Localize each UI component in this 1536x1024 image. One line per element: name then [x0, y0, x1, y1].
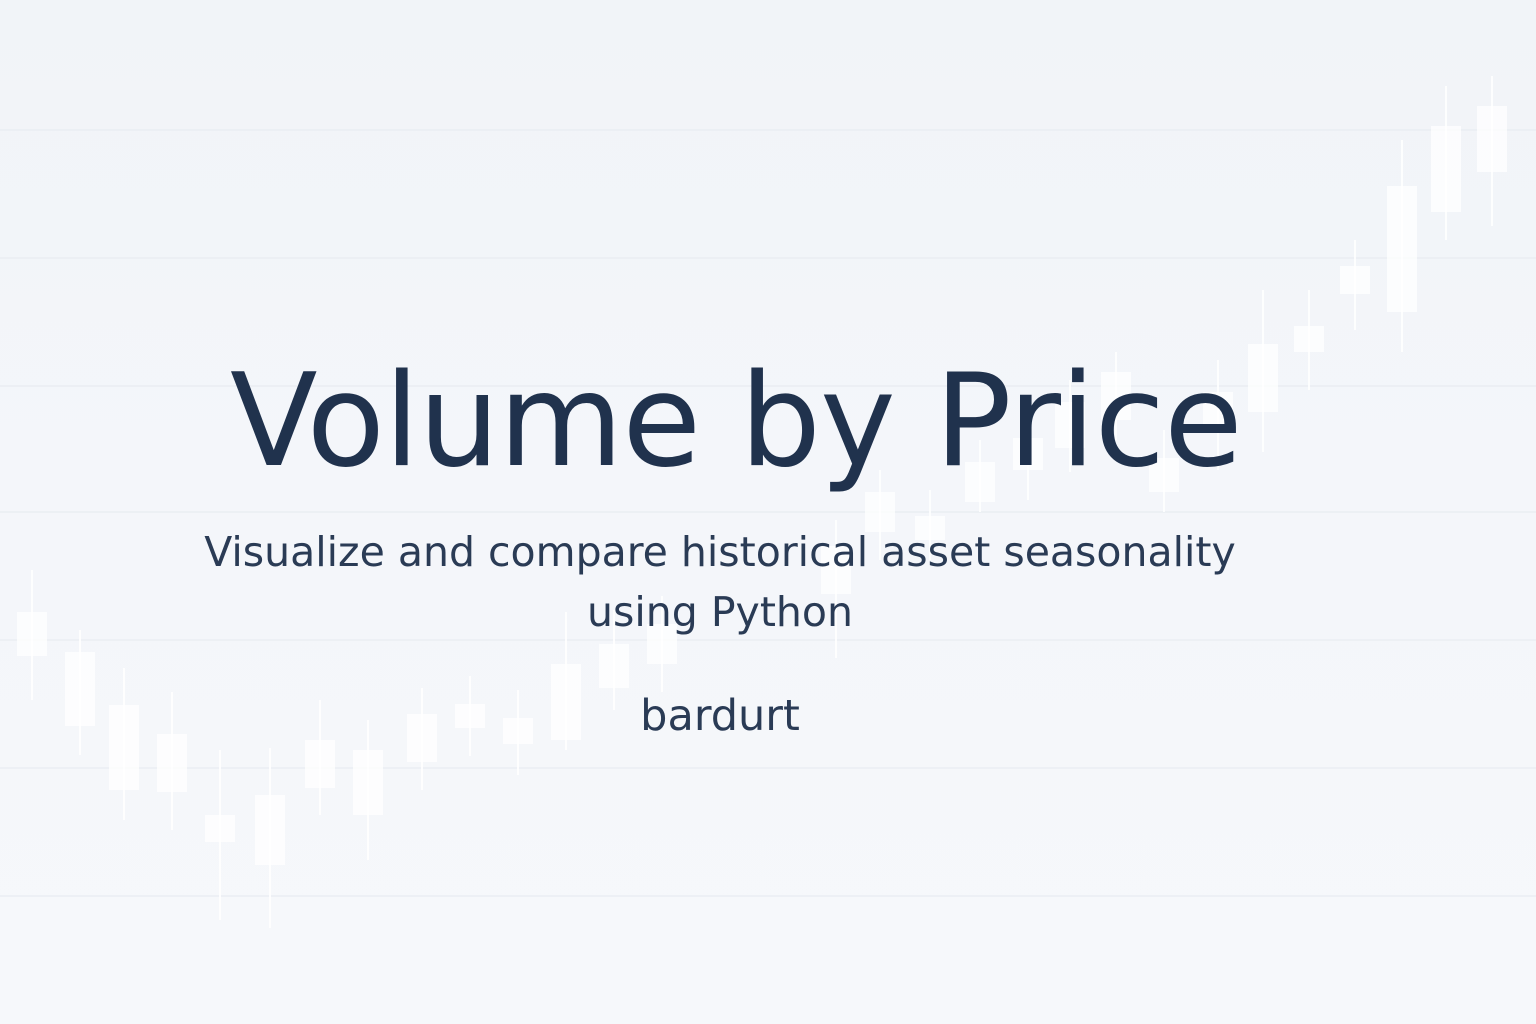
author-name: bardurt	[640, 691, 800, 741]
page-subtitle: Visualize and compare historical asset s…	[204, 528, 1236, 636]
page-title: Volume by Price	[230, 347, 1243, 496]
hero-section: Volume by Price Visualize and compare hi…	[0, 0, 1536, 1024]
